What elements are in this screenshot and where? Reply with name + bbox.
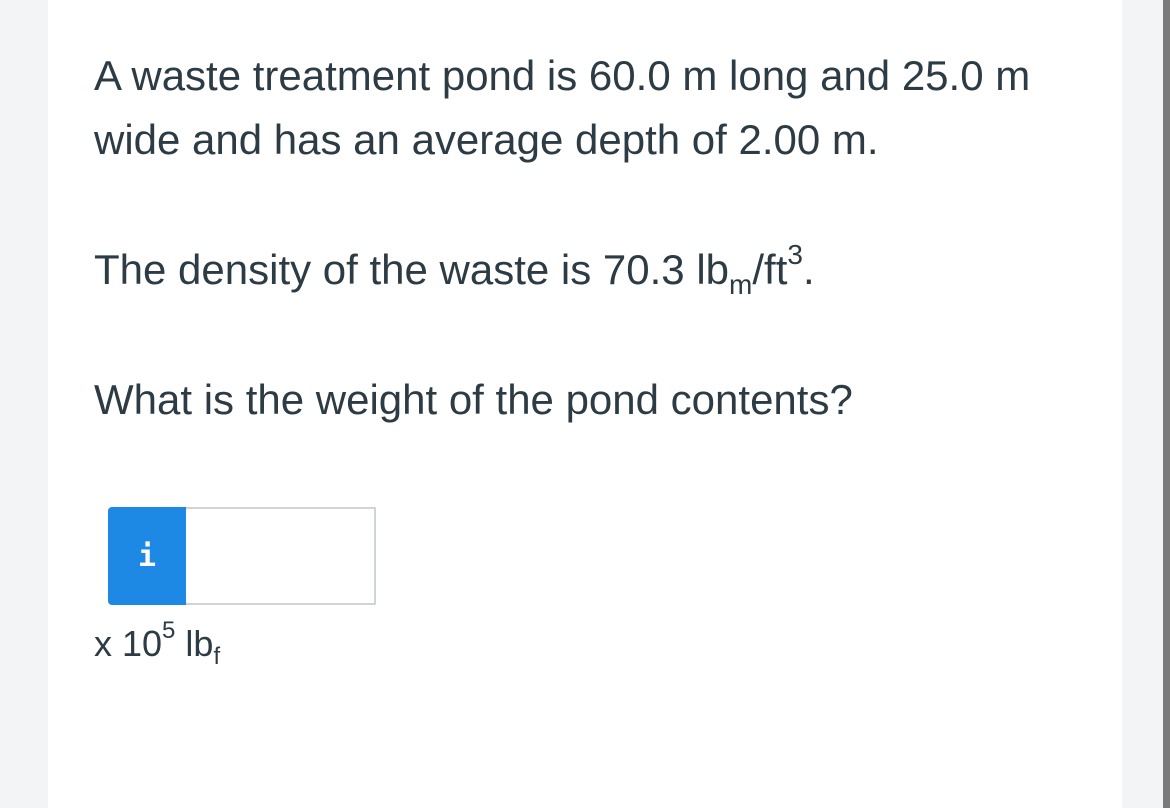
density-unit-mid: /ft (752, 246, 788, 293)
multiplier-exponent: 5 (162, 617, 176, 644)
pond-dimensions-paragraph: A waste treatment pond is 60.0 m long an… (94, 52, 1031, 163)
density-unit-superscript: 3 (787, 239, 803, 270)
info-icon[interactable]: i (108, 507, 186, 605)
unit-base: lb (175, 623, 214, 664)
multiplier-prefix: x 10 (94, 623, 163, 664)
density-prefix: The density of the waste is 70.3 lb (94, 246, 730, 293)
scrollbar-edge (1163, 0, 1170, 808)
density-unit-subscript: m (729, 269, 753, 300)
density-paragraph: The density of the waste is 70.3 lbm/ft3… (94, 238, 1074, 302)
answer-input[interactable] (186, 507, 376, 605)
unit-subscript: f (213, 643, 221, 670)
question-prompt: What is the weight of the pond contents? (94, 376, 853, 423)
question-text: A waste treatment pond is 60.0 m long an… (94, 44, 1074, 432)
answer-unit-label: x 105 lbf (94, 616, 220, 672)
answer-field-group: i (108, 507, 376, 605)
density-suffix: . (802, 246, 815, 293)
